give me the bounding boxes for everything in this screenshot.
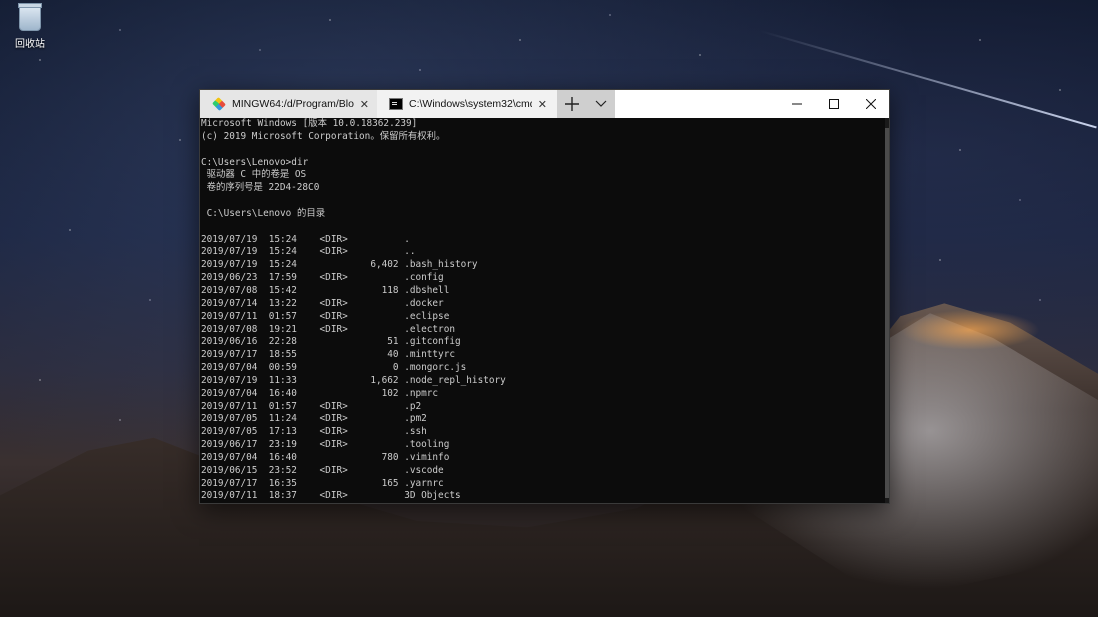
tab-mingw64[interactable]: MINGW64:/d/Program/Blog ✕ <box>200 90 377 118</box>
console-line: 2019/07/08 19:21 <DIR> .electron <box>201 323 455 335</box>
console-line: 2019/07/04 00:59 0 .mongorc.js <box>201 362 467 374</box>
console-line: 2019/06/16 22:28 51 .gitconfig <box>201 336 461 348</box>
console-line: 2019/06/15 23:52 <DIR> .vscode <box>201 464 444 476</box>
close-button[interactable] <box>852 90 889 118</box>
console-line: C:\Users\Lenovo 的目录 <box>201 207 326 219</box>
console-line: 2019/07/04 16:40 780 .viminfo <box>201 451 450 463</box>
console-line: 2019/07/11 01:57 <DIR> .p2 <box>201 400 422 412</box>
minimize-button[interactable] <box>778 90 815 118</box>
console-line: Microsoft Windows [版本 10.0.18362.239] <box>201 118 418 129</box>
console-line: 2019/07/17 16:35 165 .yarnrc <box>201 477 444 489</box>
console-line: 2019/07/19 11:33 1,662 .node_repl_histor… <box>201 374 506 386</box>
close-tab-icon[interactable]: ✕ <box>538 98 547 111</box>
console-scrollbar[interactable] <box>885 118 889 503</box>
cmd-icon <box>389 98 403 110</box>
recycle-bin-icon <box>18 3 42 31</box>
console-line: C:\Users\Lenovo>dir <box>201 156 309 168</box>
recycle-bin-label: 回收站 <box>15 39 45 50</box>
maximize-button[interactable] <box>815 90 852 118</box>
window-controls <box>778 90 889 118</box>
plus-icon <box>564 97 579 111</box>
git-bash-icon <box>212 97 226 111</box>
chevron-down-icon <box>595 100 606 107</box>
terminal-window: MINGW64:/d/Program/Blog ✕ C:\Windows\sys… <box>199 89 890 504</box>
close-tab-icon[interactable]: ✕ <box>360 98 369 111</box>
console-output[interactable]: Microsoft Windows [版本 10.0.18362.239] (c)… <box>200 118 889 503</box>
minimize-icon <box>791 103 802 105</box>
title-bar[interactable]: MINGW64:/d/Program/Blog ✕ C:\Windows\sys… <box>200 90 889 118</box>
console-line: 2019/07/08 15:42 118 .dbshell <box>201 284 450 296</box>
tab-title: C:\Windows\system32\cmd.exe <box>409 98 532 110</box>
scrollbar-thumb[interactable] <box>885 128 889 498</box>
console-line: 2019/07/19 15:24 6,402 .bash_history <box>201 259 478 271</box>
tab-dropdown-button[interactable] <box>586 90 615 118</box>
console-line: 2019/07/05 11:24 <DIR> .pm2 <box>201 413 427 425</box>
new-tab-button[interactable] <box>557 90 586 118</box>
console-line: 2019/07/11 18:37 <DIR> 3D Objects <box>201 490 461 502</box>
console-line: 2019/07/19 15:24 <DIR> . <box>201 233 410 245</box>
console-line: 2019/07/19 15:24 <DIR> .. <box>201 246 416 258</box>
maximize-icon <box>828 99 839 109</box>
tab-title: MINGW64:/d/Program/Blog <box>232 98 354 110</box>
close-icon <box>865 99 876 109</box>
tab-cmd[interactable]: C:\Windows\system32\cmd.exe ✕ <box>377 90 555 118</box>
new-tab-area <box>557 90 615 118</box>
console-line: 2019/07/11 01:57 <DIR> .eclipse <box>201 310 450 322</box>
title-bar-drag-area[interactable] <box>615 90 778 118</box>
console-line: (c) 2019 Microsoft Corporation。保留所有权利。 <box>201 130 446 142</box>
wallpaper-sunlit-peak <box>900 310 1040 350</box>
console-line: 驱动器 C 中的卷是 OS <box>201 169 307 181</box>
console-line: 2019/07/14 13:22 <DIR> .docker <box>201 297 444 309</box>
console-line: 卷的序列号是 22D4-28C0 <box>201 182 320 194</box>
console-line: 2019/06/17 23:19 <DIR> .tooling <box>201 439 450 451</box>
console-line: 2019/07/04 16:40 102 .npmrc <box>201 387 439 399</box>
desktop-recycle-bin[interactable]: 回收站 <box>8 3 52 50</box>
console-line: 2019/07/05 17:13 <DIR> .ssh <box>201 426 427 438</box>
console-line: 2019/06/23 17:59 <DIR> .config <box>201 272 444 284</box>
console-line: 2019/07/17 18:55 40 .minttyrc <box>201 349 455 361</box>
